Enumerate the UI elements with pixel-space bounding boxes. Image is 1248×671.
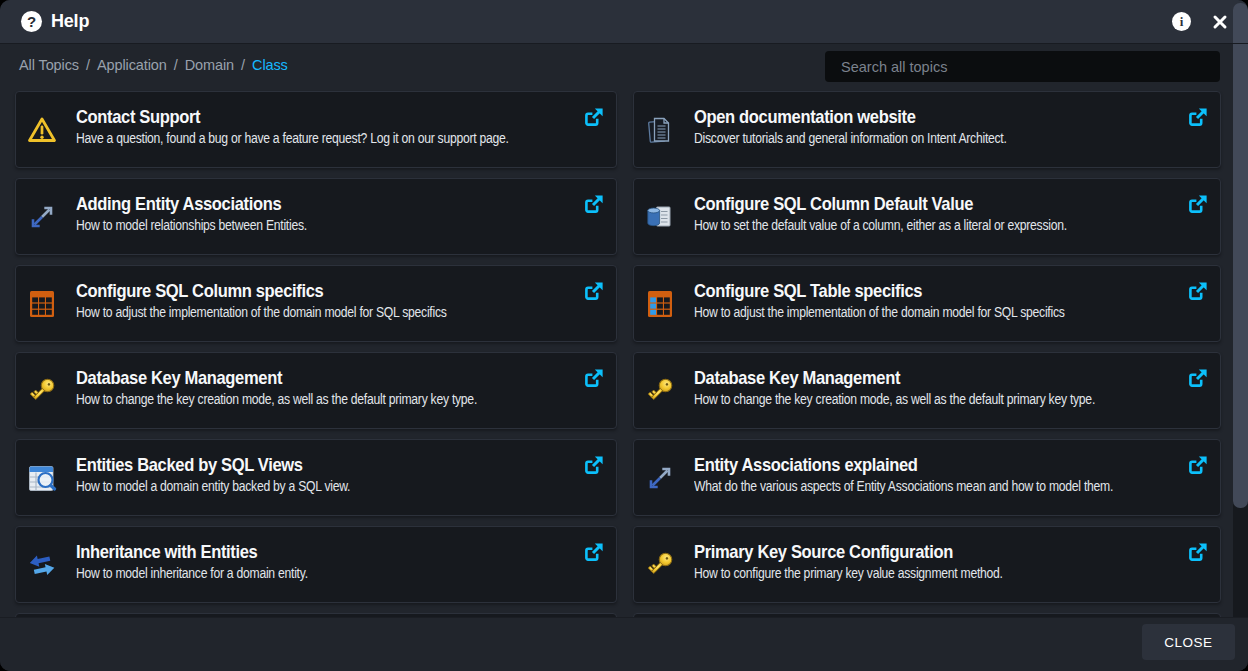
association-arrows-icon bbox=[643, 461, 677, 495]
key-icon bbox=[25, 374, 59, 408]
sql-table-grid-icon bbox=[643, 287, 677, 321]
footer-bar: CLOSE bbox=[0, 617, 1248, 671]
external-link-icon[interactable] bbox=[583, 107, 604, 128]
help-card-configure-sql-column-specifics[interactable]: Configure SQL Column specifics How to adj… bbox=[15, 265, 617, 342]
titlebar-divider bbox=[0, 43, 1248, 44]
dialog-title: Help bbox=[51, 11, 89, 32]
help-card-open-documentation-website[interactable]: Open documentation website Discover tutor… bbox=[633, 91, 1221, 168]
breadcrumb: All Topics / Application / Domain / Class bbox=[19, 57, 288, 73]
card-description: How to model inheritance for a domain en… bbox=[76, 564, 308, 583]
breadcrumb-item-domain[interactable]: Domain bbox=[185, 57, 234, 73]
external-link-icon[interactable] bbox=[583, 194, 604, 215]
external-link-icon[interactable] bbox=[583, 455, 604, 476]
breadcrumb-separator: / bbox=[241, 57, 245, 73]
search-input[interactable] bbox=[825, 51, 1220, 82]
card-title: Entity Associations explained bbox=[694, 455, 1113, 475]
card-title: Contact Support bbox=[76, 107, 509, 127]
card-description: How to set the default value of a column… bbox=[694, 216, 1067, 235]
breadcrumb-item-all-topics[interactable]: All Topics bbox=[19, 57, 79, 73]
card-title: Database Key Management bbox=[694, 368, 1095, 388]
card-title: Database Key Management bbox=[76, 368, 477, 388]
help-card-inheritance-with-entities[interactable]: Inheritance with Entities How to model in… bbox=[15, 526, 617, 603]
help-topics-grid: Contact Support Have a question, found a … bbox=[15, 91, 1221, 671]
inheritance-icon bbox=[25, 548, 59, 582]
card-title: Entities Backed by SQL Views bbox=[76, 455, 350, 475]
card-title: Configure SQL Column Default Value bbox=[694, 194, 1067, 214]
external-link-icon[interactable] bbox=[1187, 368, 1208, 389]
key-icon bbox=[643, 374, 677, 408]
card-description: How to model relationships between Entit… bbox=[76, 216, 307, 235]
card-description: How to change the key creation mode, as … bbox=[76, 390, 477, 409]
help-card-primary-key-source-configuration[interactable]: Primary Key Source Configuration How to c… bbox=[633, 526, 1221, 603]
help-card-entities-backed-by-sql-views[interactable]: Entities Backed by SQL Views How to model… bbox=[15, 439, 617, 516]
help-card-configure-sql-column-default-value[interactable]: Configure SQL Column Default Value How to… bbox=[633, 178, 1221, 255]
external-link-icon[interactable] bbox=[1187, 194, 1208, 215]
help-card-database-key-management[interactable]: Database Key Management How to change the… bbox=[633, 352, 1221, 429]
card-title: Configure SQL Table specifics bbox=[694, 281, 1065, 301]
breadcrumb-item-application[interactable]: Application bbox=[97, 57, 167, 73]
card-description: How to adjust the implementation of the … bbox=[694, 303, 1065, 322]
help-card-database-key-management[interactable]: Database Key Management How to change the… bbox=[15, 352, 617, 429]
card-description: How to configure the primary key value a… bbox=[694, 564, 1003, 583]
external-link-icon[interactable] bbox=[583, 368, 604, 389]
card-title: Open documentation website bbox=[694, 107, 1007, 127]
breadcrumb-item-class: Class bbox=[252, 57, 288, 73]
card-description: Have a question, found a bug or have a f… bbox=[76, 129, 509, 148]
card-description: How to adjust the implementation of the … bbox=[76, 303, 447, 322]
card-title: Inheritance with Entities bbox=[76, 542, 308, 562]
card-description: How to model a domain entity backed by a… bbox=[76, 477, 350, 496]
close-icon[interactable] bbox=[1211, 13, 1229, 31]
info-icon[interactable]: i bbox=[1172, 12, 1191, 31]
association-arrows-icon bbox=[25, 200, 59, 234]
breadcrumb-separator: / bbox=[174, 57, 178, 73]
external-link-icon[interactable] bbox=[1187, 107, 1208, 128]
title-bar: ? Help i bbox=[0, 0, 1248, 43]
card-description: How to change the key creation mode, as … bbox=[694, 390, 1095, 409]
card-title: Primary Key Source Configuration bbox=[694, 542, 1003, 562]
help-circle-icon: ? bbox=[21, 11, 42, 32]
external-link-icon[interactable] bbox=[1187, 455, 1208, 476]
help-dialog: ? Help i All Topics / Application / Domain / C… bbox=[0, 0, 1248, 671]
sql-view-icon bbox=[25, 461, 59, 495]
sql-column-default-icon bbox=[643, 200, 677, 234]
scrollbar-thumb[interactable] bbox=[1233, 3, 1248, 508]
sql-column-grid-icon bbox=[25, 287, 59, 321]
help-card-entity-associations-explained[interactable]: Entity Associations explained What do the… bbox=[633, 439, 1221, 516]
key-icon bbox=[643, 548, 677, 582]
external-link-icon[interactable] bbox=[583, 542, 604, 563]
breadcrumb-separator: / bbox=[86, 57, 90, 73]
documents-icon bbox=[643, 113, 677, 147]
help-card-adding-entity-associations[interactable]: Adding Entity Associations How to model r… bbox=[15, 178, 617, 255]
warning-icon bbox=[25, 113, 59, 147]
external-link-icon[interactable] bbox=[583, 281, 604, 302]
card-description: Discover tutorials and general informati… bbox=[694, 129, 1007, 148]
card-title: Configure SQL Column specifics bbox=[76, 281, 447, 301]
external-link-icon[interactable] bbox=[1187, 281, 1208, 302]
card-description: What do the various aspects of Entity As… bbox=[694, 477, 1113, 496]
external-link-icon[interactable] bbox=[1187, 542, 1208, 563]
card-title: Adding Entity Associations bbox=[76, 194, 307, 214]
help-card-configure-sql-table-specifics[interactable]: Configure SQL Table specifics How to adju… bbox=[633, 265, 1221, 342]
close-button[interactable]: CLOSE bbox=[1142, 624, 1235, 660]
help-card-contact-support[interactable]: Contact Support Have a question, found a … bbox=[15, 91, 617, 168]
